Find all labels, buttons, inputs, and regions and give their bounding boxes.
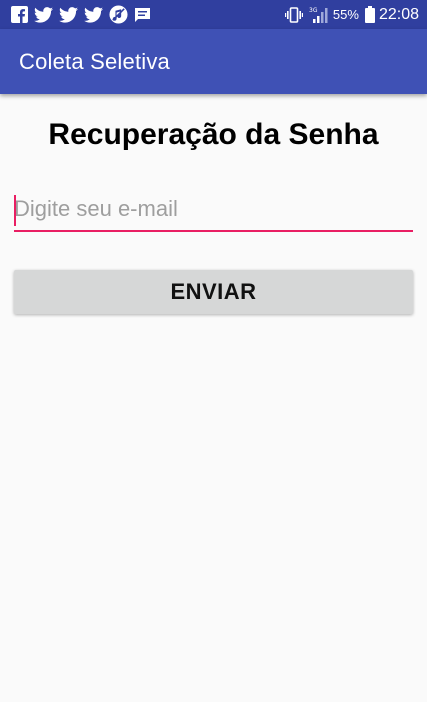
music-disabled-icon — [109, 5, 128, 24]
email-field[interactable] — [14, 192, 413, 232]
text-cursor — [14, 195, 16, 226]
status-bar: 3G 55% 22:08 — [0, 0, 427, 29]
battery-icon — [364, 6, 375, 23]
twitter-icon — [34, 6, 53, 23]
message-icon — [134, 7, 151, 23]
app-bar: Coleta Seletiva — [0, 29, 427, 94]
send-button[interactable]: ENVIAR — [14, 270, 413, 314]
notification-icons — [11, 5, 157, 24]
app-title: Coleta Seletiva — [19, 48, 170, 74]
page-title: Recuperação da Senha — [48, 118, 379, 151]
facebook-icon — [11, 6, 28, 23]
signal-3g-icon: 3G — [309, 6, 329, 23]
clock: 22:08 — [378, 5, 419, 23]
vibrate-icon — [284, 6, 303, 23]
twitter-icon — [59, 6, 78, 23]
system-icons: 3G 55% 22:08 — [279, 6, 419, 24]
battery-percent: 55% — [332, 7, 359, 22]
network-label: 3G — [309, 7, 318, 14]
twitter-icon — [84, 6, 103, 23]
